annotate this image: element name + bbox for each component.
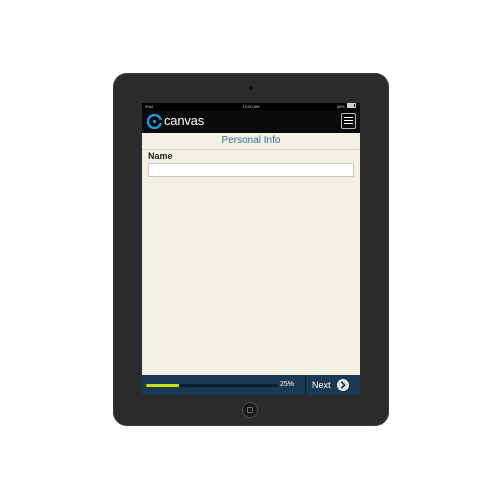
brand-name: canvas	[164, 113, 204, 128]
battery-icon	[347, 103, 356, 109]
page-header: Personal Info	[142, 133, 360, 150]
next-button[interactable]: Next	[306, 375, 360, 395]
home-square-icon	[247, 407, 253, 413]
status-bar: iPad 10:00 AM 86%	[142, 103, 360, 110]
hamburger-menu-icon	[344, 117, 353, 118]
app-header: canvas	[142, 110, 360, 133]
app-screen: iPad 10:00 AM 86% canvas Personal Info N…	[142, 103, 360, 395]
progress-fill	[146, 384, 179, 387]
chevron-right-circle-icon	[337, 379, 349, 391]
battery-percent: 86%	[336, 104, 345, 109]
home-button[interactable]	[242, 402, 258, 418]
menu-button[interactable]	[341, 113, 356, 129]
camera-icon	[249, 86, 253, 90]
footer-bar: 25% Next	[142, 375, 360, 395]
name-input[interactable]	[148, 163, 354, 177]
canvas-logo-icon	[147, 114, 162, 129]
progress-percent: 25%	[280, 381, 295, 388]
page-title: Personal Info	[221, 135, 281, 146]
status-time: 10:00 AM	[242, 104, 260, 109]
battery-status: 86%	[337, 103, 356, 110]
name-label: Name	[148, 151, 173, 161]
next-label: Next	[312, 380, 331, 390]
progress-bar	[146, 384, 278, 387]
